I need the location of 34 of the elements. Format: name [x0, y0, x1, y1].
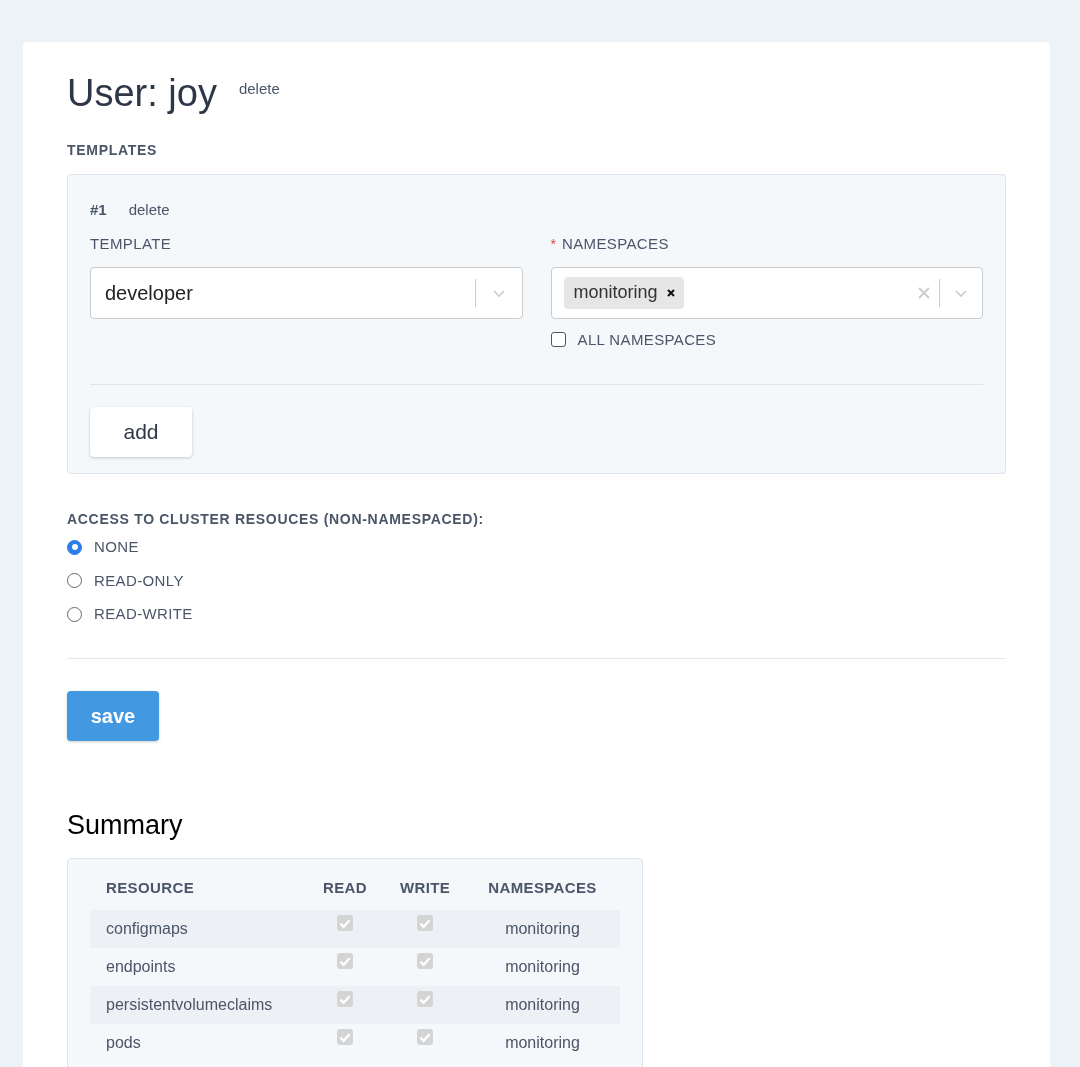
table-cell: persistentvolumeclaims — [90, 985, 305, 1024]
column-header: NAMESPACES — [465, 877, 620, 910]
add-button[interactable]: add — [90, 407, 192, 457]
template-select[interactable]: developer — [90, 266, 523, 319]
radio-button[interactable] — [67, 573, 82, 589]
table-cell: configmaps — [90, 909, 305, 948]
radio-button[interactable] — [67, 606, 82, 622]
checkbox[interactable] — [550, 332, 566, 348]
page-title: User: joy — [67, 71, 217, 116]
template-number: #1 — [90, 199, 107, 220]
radio-button[interactable] — [67, 539, 82, 555]
table-cell: monitoring — [465, 947, 620, 986]
table-cell: endpoints — [90, 947, 305, 986]
radio-label: NONE — [94, 537, 139, 557]
section-heading: ACCESS TO CLUSTER RESOUCES (NON-NAMESPACED): — [67, 510, 485, 529]
summary-title: Summary — [67, 808, 184, 842]
table-cell: pods — [90, 1023, 305, 1062]
checkbox-label: ALL NAMESPACES — [577, 329, 717, 350]
column-header: RESOURCE — [90, 877, 305, 910]
radio-label: READ-ONLY — [94, 570, 184, 591]
delete-link[interactable]: delete — [238, 78, 280, 101]
radio-label: READ-WRITE — [94, 604, 193, 624]
table-cell: monitoring — [465, 909, 620, 948]
field-label: NAMESPACES — [561, 234, 669, 254]
section-heading: TEMPLATES — [67, 140, 159, 160]
required-mark: * — [550, 234, 556, 254]
field-label: TEMPLATE — [90, 234, 173, 254]
delete-link[interactable]: delete — [128, 198, 170, 221]
namespace-tag: monitoring — [563, 276, 684, 309]
column-header: WRITE — [385, 877, 465, 910]
column-header: READ — [305, 877, 385, 910]
namespaces-select[interactable]: monitoring — [550, 266, 983, 319]
table-cell: monitoring — [465, 1023, 620, 1062]
table-cell: monitoring — [465, 985, 620, 1024]
